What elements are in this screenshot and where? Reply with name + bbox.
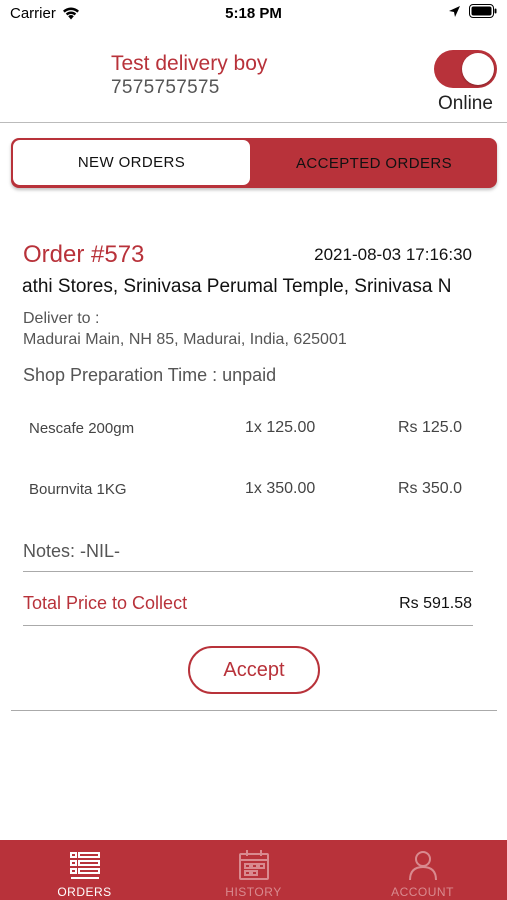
shop-address-text: athi Stores, Srinivasa Perumal Temple, S… [22, 276, 452, 297]
item-total: Rs 350.0 [398, 480, 463, 497]
shop-preparation-time: Shop Preparation Time : unpaid [23, 365, 277, 385]
status-icons [448, 4, 497, 18]
order-divider [11, 710, 497, 711]
driver-header: Test delivery boy 7575757575 Online [0, 46, 507, 122]
toggle-knob [462, 53, 494, 85]
delivery-address: Madurai Main, NH 85, Madurai, India, 625… [23, 331, 347, 348]
carrier-info: Carrier [10, 5, 80, 22]
header-divider [0, 122, 507, 123]
total-divider [23, 625, 473, 626]
tab-new-orders[interactable]: NEW ORDERS [13, 140, 250, 185]
total-price-label: Total Price to Collect [23, 593, 188, 613]
online-status-label: Online [438, 93, 493, 114]
bottom-navigation: ORDERS HISTORY ACCOUNT [0, 840, 507, 900]
item-total: Rs 125.0 [398, 419, 463, 436]
item-name: Bournvita 1KG [29, 481, 127, 498]
item-quantity: 1x 350.00 [245, 480, 316, 497]
calendar-icon [238, 850, 269, 880]
item-name: Nescafe 200gm [29, 420, 135, 437]
orders-list-icon [69, 852, 100, 879]
nav-history-label: HISTORY [225, 885, 282, 899]
deliver-to-label: Deliver to : [23, 310, 100, 327]
tab-accepted-orders[interactable]: ACCEPTED ORDERS [251, 138, 497, 188]
item-quantity: 1x 125.00 [245, 419, 316, 436]
total-price-value: Rs 591.58 [399, 595, 472, 612]
order-item-row: Nescafe 200gm 1x 125.00 Rs 125.0 [0, 419, 507, 444]
nav-account-label: ACCOUNT [391, 885, 454, 899]
accept-button[interactable]: Accept [188, 646, 320, 694]
order-number: Order #573 [23, 241, 145, 268]
order-notes: Notes: -NIL- [23, 541, 121, 561]
notes-divider [23, 571, 473, 572]
order-item-row: Bournvita 1KG 1x 350.00 Rs 350.0 [0, 480, 507, 505]
shop-address: athi Stores, Srinivasa Perumal Temple, S… [22, 276, 473, 298]
nav-orders-label: ORDERS [57, 885, 112, 899]
driver-name: Test delivery boy [111, 52, 268, 75]
carrier-label: Carrier [10, 5, 56, 22]
nav-history[interactable]: HISTORY [169, 840, 338, 900]
online-toggle[interactable] [434, 50, 497, 88]
nav-orders[interactable]: ORDERS [0, 840, 169, 900]
user-icon [408, 851, 437, 881]
status-bar: Carrier 5:18 PM [0, 0, 507, 30]
driver-phone: 7575757575 [111, 77, 220, 98]
battery-icon [469, 4, 497, 18]
location-arrow-icon [449, 5, 460, 17]
nav-account[interactable]: ACCOUNT [338, 840, 507, 900]
order-date: 2021-08-03 17:16:30 [314, 245, 472, 264]
wifi-icon [62, 7, 79, 20]
order-tabs: NEW ORDERS ACCEPTED ORDERS [11, 138, 497, 188]
